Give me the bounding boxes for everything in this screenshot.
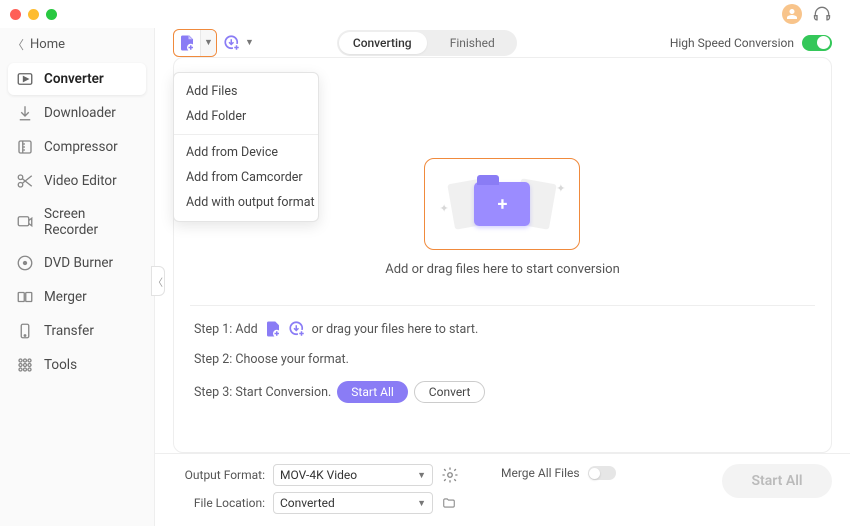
file-location-label: File Location: xyxy=(173,496,265,510)
sidebar-item-downloader[interactable]: Downloader xyxy=(8,97,146,129)
merge-all-row: Merge All Files xyxy=(501,466,616,480)
sidebar-item-label: Tools xyxy=(44,357,77,373)
sidebar-item-label: Downloader xyxy=(44,105,116,121)
sidebar-item-dvd-burner[interactable]: DVD Burner xyxy=(8,247,146,279)
account-avatar[interactable] xyxy=(782,4,802,24)
download-plus-icon xyxy=(223,34,241,52)
step-1-row: Step 1: Add or drag your files here to s… xyxy=(194,320,811,338)
drop-hint-text: Add or drag files here to start conversi… xyxy=(385,262,620,277)
sparkle-icon: ✦ xyxy=(439,202,448,215)
converter-icon xyxy=(16,70,34,88)
minimize-window-button[interactable] xyxy=(28,9,39,20)
bottom-bar: Output Format: MOV-4K Video ▼ File Locat… xyxy=(155,453,850,526)
status-tabs: Converting Finished xyxy=(337,30,517,56)
menu-item-add-with-output-format[interactable]: Add with output format xyxy=(174,190,318,215)
screen-record-icon xyxy=(16,213,34,231)
menu-item-add-from-camcorder[interactable]: Add from Camcorder xyxy=(174,165,318,190)
sidebar-item-label: DVD Burner xyxy=(44,255,113,271)
file-location-value: Converted xyxy=(280,496,335,510)
main-panel: ▼ ▼ Converting Finished High Speed Conve… xyxy=(155,28,850,526)
title-bar xyxy=(0,0,850,28)
tab-converting[interactable]: Converting xyxy=(337,36,427,50)
add-download-split-button[interactable]: ▼ xyxy=(223,34,254,52)
start-all-pill[interactable]: Start All xyxy=(337,381,408,403)
folder-plus-icon: + xyxy=(474,182,530,226)
sidebar-item-transfer[interactable]: Transfer xyxy=(8,315,146,347)
menu-item-add-folder[interactable]: Add Folder xyxy=(174,104,318,129)
output-format-label: Output Format: xyxy=(173,468,265,482)
support-icon[interactable] xyxy=(812,4,832,24)
compressor-icon xyxy=(16,138,34,156)
sidebar-item-merger[interactable]: Merger xyxy=(8,281,146,313)
menu-item-add-files[interactable]: Add Files xyxy=(174,79,318,104)
chevron-down-icon: ▼ xyxy=(417,498,426,509)
drop-zone-frame: ✦ ✦ + xyxy=(424,158,580,250)
step-3-row: Step 3: Start Conversion. Start All Conv… xyxy=(194,381,811,403)
disc-icon xyxy=(16,254,34,272)
start-all-button[interactable]: Start All xyxy=(722,464,832,498)
output-format-select[interactable]: MOV-4K Video ▼ xyxy=(273,464,433,486)
download-plus-icon[interactable] xyxy=(288,320,306,338)
high-speed-label: High Speed Conversion xyxy=(670,36,794,50)
add-file-dropdown-toggle[interactable]: ▼ xyxy=(200,30,216,56)
scissors-icon xyxy=(16,172,34,190)
window-controls xyxy=(10,9,57,20)
file-plus-icon xyxy=(178,34,196,52)
home-label: Home xyxy=(30,37,65,52)
settings-format-icon[interactable] xyxy=(441,466,459,484)
add-file-button[interactable] xyxy=(174,30,200,56)
sidebar-item-compressor[interactable]: Compressor xyxy=(8,131,146,163)
sidebar-item-tools[interactable]: Tools xyxy=(8,349,146,381)
tab-finished[interactable]: Finished xyxy=(427,36,517,50)
output-format-value: MOV-4K Video xyxy=(280,468,357,482)
menu-item-add-from-device[interactable]: Add from Device xyxy=(174,140,318,165)
add-file-split-button[interactable]: ▼ xyxy=(173,29,217,57)
chevron-down-icon: ▼ xyxy=(245,37,254,48)
sidebar-nav: Converter Downloader Compressor Video Ed… xyxy=(0,61,154,385)
chevron-down-icon: ▼ xyxy=(417,470,426,481)
toolbar: ▼ ▼ Converting Finished High Speed Conve… xyxy=(155,28,850,57)
open-folder-icon[interactable] xyxy=(441,496,457,510)
step-1-pre: Step 1: Add xyxy=(194,322,258,337)
sidebar-item-label: Compressor xyxy=(44,139,118,155)
sidebar-item-video-editor[interactable]: Video Editor xyxy=(8,165,146,197)
file-location-select[interactable]: Converted ▼ xyxy=(273,492,433,514)
step-1-post: or drag your files here to start. xyxy=(312,322,479,337)
sparkle-icon: ✦ xyxy=(556,182,565,195)
merge-icon xyxy=(16,288,34,306)
home-back-button[interactable]: 〈 Home xyxy=(0,28,154,61)
sidebar-item-converter[interactable]: Converter xyxy=(8,63,146,95)
step-3-pre: Step 3: Start Conversion. xyxy=(194,385,331,400)
step-2-row: Step 2: Choose your format. xyxy=(194,352,811,367)
merge-all-toggle[interactable] xyxy=(588,466,616,480)
merge-all-label: Merge All Files xyxy=(501,466,580,480)
transfer-icon xyxy=(16,322,34,340)
high-speed-toggle[interactable] xyxy=(802,35,832,51)
high-speed-toggle-row: High Speed Conversion xyxy=(670,35,832,51)
step-2-text: Step 2: Choose your format. xyxy=(194,352,349,367)
grid-icon xyxy=(16,356,34,374)
steps-panel: Step 1: Add or drag your files here to s… xyxy=(190,305,815,417)
sidebar-item-label: Transfer xyxy=(44,323,94,339)
close-window-button[interactable] xyxy=(10,9,21,20)
sidebar-item-screen-recorder[interactable]: Screen Recorder xyxy=(8,199,146,245)
zoom-window-button[interactable] xyxy=(46,9,57,20)
sidebar-item-label: Video Editor xyxy=(44,173,117,189)
drop-zone[interactable]: ✦ ✦ + Add or drag files here to start co… xyxy=(385,158,620,277)
sidebar: 〈 Home Converter Downloader Compressor V… xyxy=(0,28,155,526)
sidebar-item-label: Screen Recorder xyxy=(44,206,138,238)
add-file-dropdown-menu: Add Files Add Folder Add from Device Add… xyxy=(173,72,319,222)
download-icon xyxy=(16,104,34,122)
convert-pill[interactable]: Convert xyxy=(414,381,486,403)
sidebar-item-label: Merger xyxy=(44,289,87,305)
sidebar-item-label: Converter xyxy=(44,71,104,87)
user-icon xyxy=(786,8,798,20)
file-plus-icon[interactable] xyxy=(264,320,282,338)
chevron-left-icon: 〈 xyxy=(12,36,24,53)
